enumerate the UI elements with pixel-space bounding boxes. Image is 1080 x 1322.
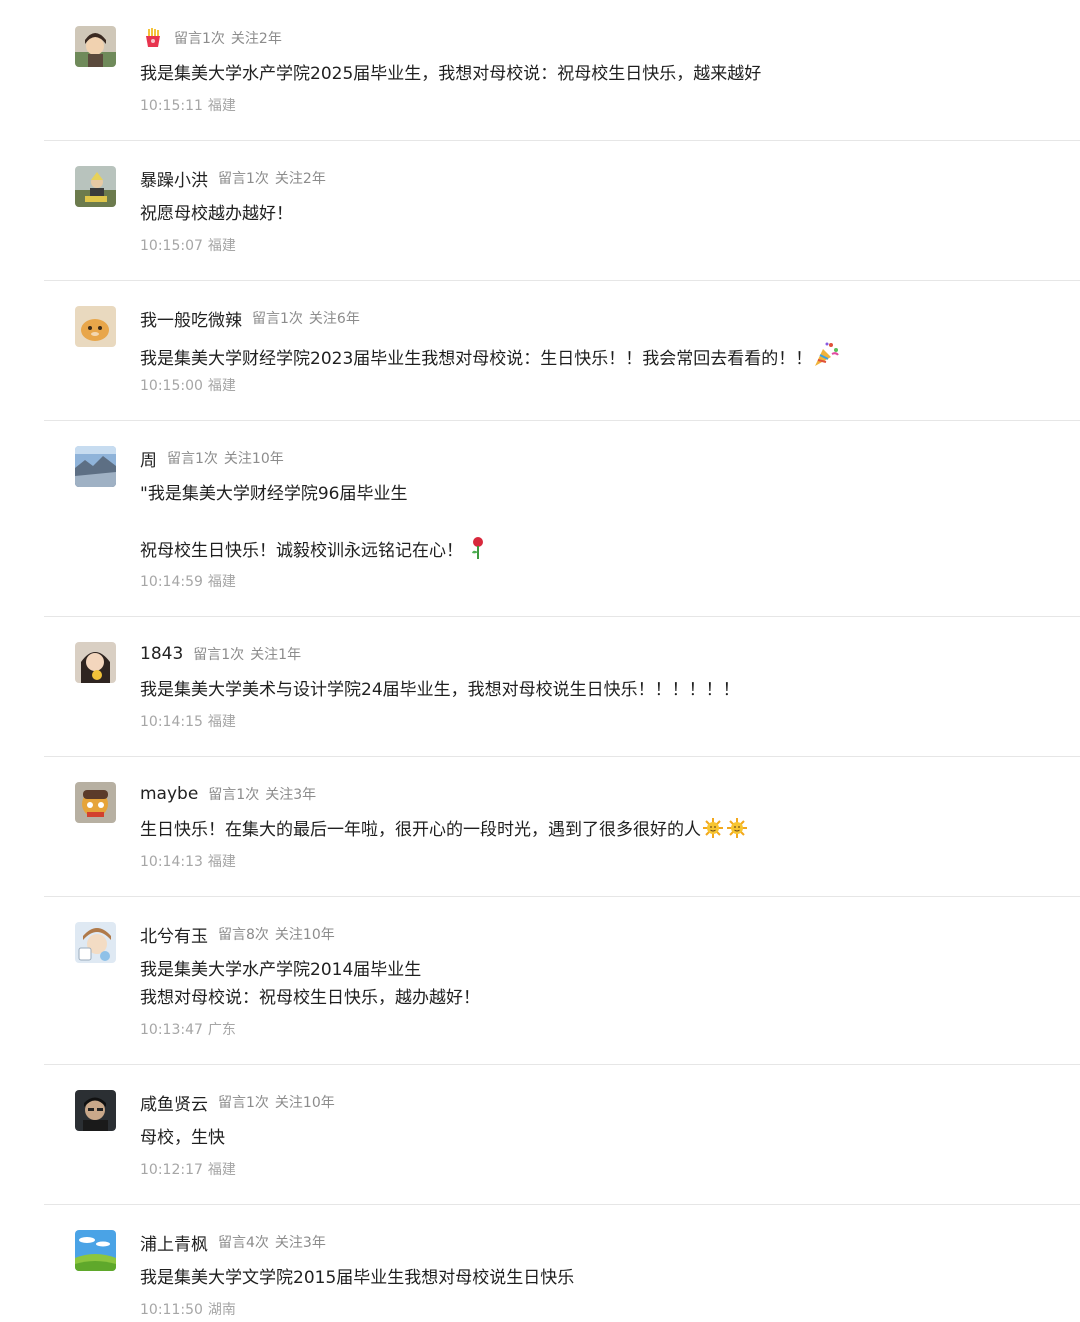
- message-count: 留言1次: [208, 787, 260, 803]
- message-count: 留言1次: [218, 171, 269, 187]
- comment-text: 我是集美大学水产学院2025届毕业生，我想对母校说：祝母校生日快乐，越来越好: [140, 64, 762, 84]
- nickname[interactable]: 1843: [140, 644, 183, 664]
- comment-item: 我一般吃微辣 留言1次 关注6年 我是集美大学财经学院2023届毕业生我想对母校说…: [0, 281, 1080, 421]
- comment-time: 10:15:07: [140, 238, 203, 254]
- nickname[interactable]: 咸鱼贤云: [140, 1090, 208, 1115]
- comment-text: 我是集美大学文学院2015届毕业生我想对母校说生日快乐: [140, 1268, 575, 1288]
- comment-item: 留言1次 关注2年 我是集美大学水产学院2025届毕业生，我想对母校说：祝母校生日…: [0, 0, 1080, 141]
- message-count: 留言1次: [193, 647, 245, 663]
- comment-text: 母校，生快: [140, 1128, 225, 1148]
- message-count: 留言1次: [252, 311, 303, 327]
- comment-item: 北兮有玉 留言8次 关注10年 我是集美大学水产学院2014届毕业生 我想对母校说：…: [0, 897, 1080, 1065]
- comment-item: 浦上青枫 留言4次 关注3年 我是集美大学文学院2015届毕业生我想对母校说生日快…: [0, 1205, 1080, 1322]
- comment-location: 福建: [207, 854, 236, 870]
- nickname[interactable]: 北兮有玉: [140, 922, 208, 947]
- comment-location: 福建: [207, 714, 236, 730]
- comment-time: 10:14:15: [140, 714, 203, 730]
- avatar[interactable]: [75, 1230, 116, 1271]
- comment-item: 暴躁小洪 留言1次 关注2年 祝愿母校越办越好！ 10:15:07 福建: [0, 141, 1080, 281]
- comment-item: 1843 留言1次 关注1年 我是集美大学美术与设计学院24届毕业生，我想对母校说…: [0, 617, 1080, 757]
- comment-item: maybe 留言1次 关注3年 生日快乐！在集大的最后一年啦，很开心的一段时光，遇…: [0, 757, 1080, 897]
- follow-duration: 关注3年: [265, 787, 317, 803]
- avatar[interactable]: [75, 166, 116, 207]
- comment-time: 10:14:13: [140, 854, 203, 870]
- comment-text: 生日快乐！在集大的最后一年啦，很开心的一段时光，遇到了很多很好的人: [140, 816, 1040, 848]
- avatar[interactable]: [75, 446, 116, 487]
- avatar[interactable]: [75, 1090, 116, 1131]
- sun-icon: [701, 817, 725, 848]
- sun-icon: [725, 817, 749, 848]
- avatar[interactable]: [75, 642, 116, 683]
- nickname[interactable]: 暴躁小洪: [140, 166, 208, 191]
- follow-duration: 关注1年: [250, 647, 302, 663]
- avatar[interactable]: [75, 26, 116, 67]
- comment-time: 10:14:59: [140, 574, 203, 590]
- follow-duration: 关注10年: [223, 451, 284, 467]
- message-count: 留言8次: [218, 927, 269, 943]
- follow-duration: 关注2年: [274, 171, 326, 187]
- comment-text: 祝愿母校越办越好！: [140, 204, 293, 224]
- nickname[interactable]: 我一般吃微辣: [140, 306, 242, 331]
- comment-item: 咸鱼贤云 留言1次 关注10年 母校，生快 10:12:17 福建: [0, 1065, 1080, 1205]
- avatar[interactable]: [75, 306, 116, 347]
- nickname[interactable]: maybe: [140, 784, 198, 804]
- comment-location: 福建: [207, 1162, 236, 1178]
- comment-location: 福建: [207, 574, 236, 590]
- comment-item: 周 留言1次 关注10年 "我是集美大学财经学院96届毕业生 祝母校生日快乐！诚毅校…: [0, 421, 1080, 617]
- rose-icon: [468, 536, 488, 569]
- party-popper-icon: [812, 340, 840, 377]
- avatar[interactable]: [75, 922, 116, 963]
- comment-list: 留言1次 关注2年 我是集美大学水产学院2025届毕业生，我想对母校说：祝母校生日…: [0, 0, 1080, 1322]
- nickname[interactable]: 浦上青枫: [140, 1230, 208, 1255]
- comment-text: "我是集美大学财经学院96届毕业生 祝母校生日快乐！诚毅校训永远铭记在心！: [140, 480, 1040, 569]
- comment-location: 广东: [207, 1022, 236, 1038]
- message-count: 留言1次: [218, 1095, 269, 1111]
- comment-location: 福建: [207, 378, 236, 394]
- nickname[interactable]: 周: [140, 446, 157, 471]
- avatar[interactable]: [75, 782, 116, 823]
- comment-text: 我是集美大学美术与设计学院24届毕业生，我想对母校说生日快乐！！！！！！: [140, 680, 740, 700]
- comment-location: 福建: [207, 98, 236, 114]
- message-count: 留言4次: [218, 1235, 269, 1251]
- comment-time: 10:15:11: [140, 98, 203, 114]
- follow-duration: 关注3年: [274, 1235, 326, 1251]
- comment-time: 10:11:50: [140, 1302, 203, 1318]
- follow-duration: 关注2年: [230, 31, 282, 47]
- comment-text: 我是集美大学财经学院2023届毕业生我想对母校说：生日快乐！！我会常回去看看的！…: [140, 340, 1040, 377]
- comment-time: 10:13:47: [140, 1022, 203, 1038]
- message-count: 留言1次: [167, 451, 218, 467]
- comment-time: 10:12:17: [140, 1162, 203, 1178]
- comment-time: 10:15:00: [140, 378, 203, 394]
- follow-duration: 关注6年: [308, 311, 360, 327]
- follow-duration: 关注10年: [274, 1095, 335, 1111]
- message-count: 留言1次: [174, 31, 225, 47]
- fries-icon: [143, 28, 163, 48]
- follow-duration: 关注10年: [274, 927, 335, 943]
- comment-text: 我是集美大学水产学院2014届毕业生 我想对母校说：祝母校生日快乐，越办越好！: [140, 960, 480, 1008]
- comment-location: 福建: [207, 238, 236, 254]
- comment-location: 湖南: [207, 1302, 236, 1318]
